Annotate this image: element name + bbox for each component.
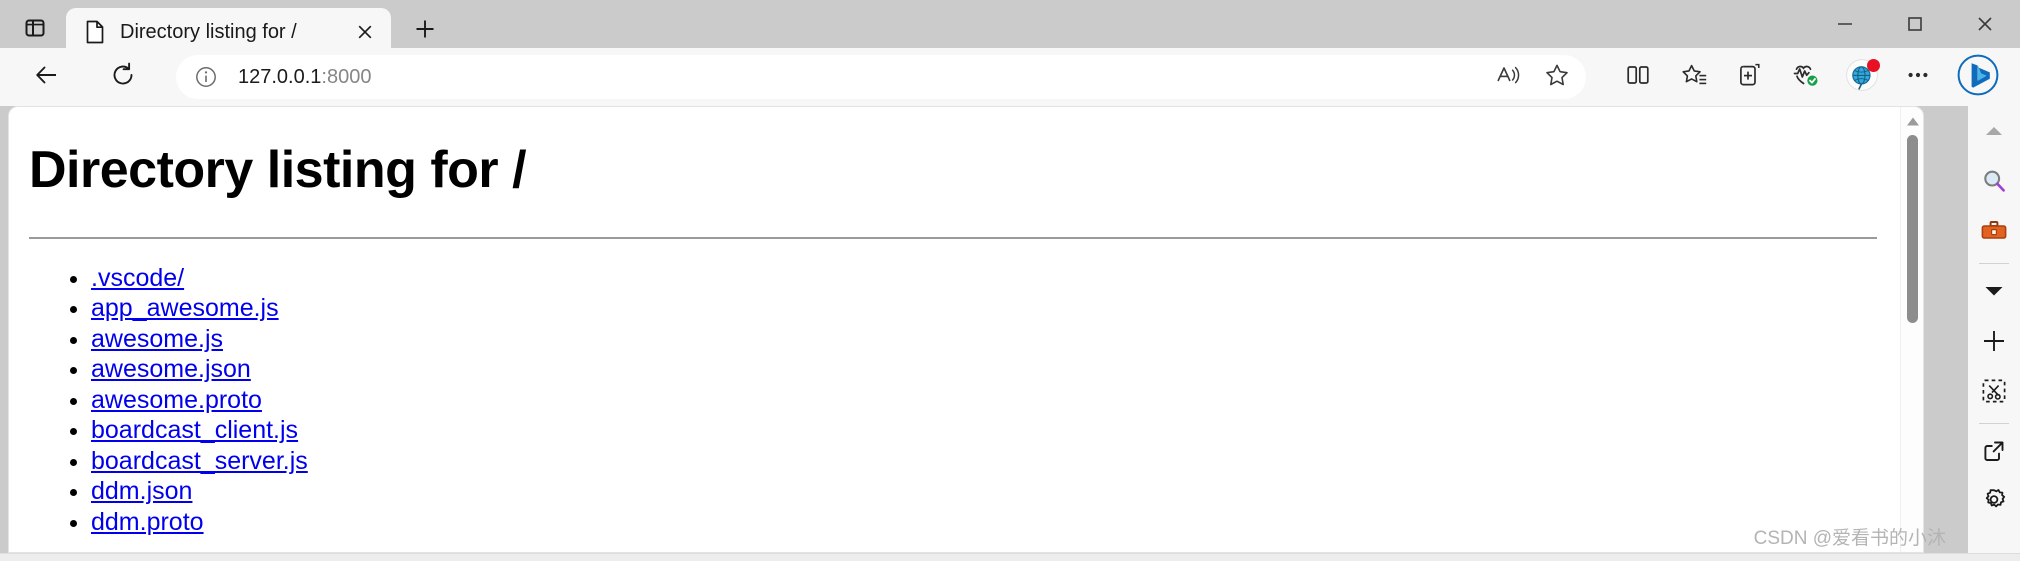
- star-icon: [1544, 62, 1570, 93]
- sidebar-item-open-in-window[interactable]: [1973, 432, 2015, 474]
- sidebar-item-sidebar-settings[interactable]: [1973, 482, 2015, 524]
- reload-button[interactable]: [100, 54, 146, 100]
- chevron-down-icon: [1983, 284, 2005, 303]
- directory-link[interactable]: ddm.json: [91, 477, 192, 505]
- ellipsis-icon: [1905, 62, 1931, 93]
- gear-icon: [1979, 486, 2009, 521]
- list-item: boardcast_server.js: [91, 446, 1879, 477]
- heartbeat-check-icon: [1792, 62, 1820, 93]
- bottom-status-strip: [0, 553, 2020, 561]
- address-bar[interactable]: 127.0.0.1:8000: [176, 55, 1586, 99]
- directory-entry-list: .vscode/ app_awesome.js awesome.js aweso…: [29, 263, 1879, 538]
- new-tab-button[interactable]: [405, 11, 445, 51]
- url-host: 127.0.0.1: [238, 65, 322, 88]
- bing-logo-icon: [1956, 53, 2000, 102]
- close-window-button[interactable]: [1950, 0, 2020, 48]
- scroll-up-button[interactable]: [1901, 111, 1923, 131]
- window-controls: [1810, 0, 2020, 48]
- performance-button[interactable]: [1782, 55, 1830, 99]
- list-item: ddm.json: [91, 476, 1879, 507]
- directory-link[interactable]: ddm.proto: [91, 508, 204, 536]
- list-item: awesome.json: [91, 354, 1879, 385]
- url-text: 127.0.0.1:8000: [238, 66, 1482, 89]
- read-aloud-button[interactable]: [1488, 58, 1530, 96]
- sidebar-divider-2: [1979, 423, 2009, 424]
- directory-listing-page: Directory listing for / .vscode/ app_awe…: [9, 107, 1901, 552]
- page-scrollbar[interactable]: [1900, 107, 1923, 552]
- directory-link[interactable]: .vscode/: [91, 264, 184, 292]
- sidebar-item-collapse-chevron[interactable]: [1973, 112, 2015, 154]
- sidebar-item-screenshot[interactable]: [1973, 372, 2015, 414]
- tab-title: Directory listing for /: [120, 20, 297, 43]
- settings-and-more-button[interactable]: [1894, 55, 1942, 99]
- sidebar-item-add-tool[interactable]: [1973, 322, 2015, 364]
- add-page-icon: [1737, 62, 1763, 93]
- bing-profile-button[interactable]: [1952, 51, 2004, 103]
- sidebar-divider-1: [1979, 263, 2009, 264]
- sidebar-item-expand-chevron[interactable]: [1973, 272, 2015, 314]
- add-favorite-button[interactable]: [1536, 58, 1578, 96]
- back-button[interactable]: [24, 54, 70, 100]
- open-external-icon: [1981, 438, 2007, 469]
- tab-actions-button[interactable]: [14, 9, 56, 51]
- edge-sidebar: [1968, 106, 2020, 561]
- arrow-left-icon: [34, 62, 60, 93]
- scrollbar-thumb[interactable]: [1907, 135, 1918, 323]
- browser-essentials-button[interactable]: [1726, 55, 1774, 99]
- directory-link[interactable]: boardcast_server.js: [91, 447, 308, 475]
- copilot-button[interactable]: [1838, 55, 1886, 99]
- list-item: .vscode/: [91, 263, 1879, 294]
- close-tab-button[interactable]: [349, 16, 381, 48]
- directory-link[interactable]: awesome.js: [91, 325, 223, 353]
- read-aloud-icon: [1496, 63, 1522, 92]
- list-item: app_awesome.js: [91, 293, 1879, 324]
- navigation-toolbar: 127.0.0.1:8000: [0, 48, 2020, 106]
- toolbar-actions: [1606, 51, 2006, 103]
- browser-window: Directory listing for / 127.0.0.1:8000 D…: [0, 0, 2020, 561]
- site-information-icon[interactable]: [188, 59, 224, 95]
- plus-icon: [413, 17, 437, 46]
- directory-link[interactable]: app_awesome.js: [91, 294, 279, 322]
- split-screen-icon: [1625, 62, 1651, 93]
- sidebar-item-tools[interactable]: [1973, 212, 2015, 254]
- sidebar-item-search[interactable]: [1973, 162, 2015, 204]
- toolbox-icon: [1980, 219, 2008, 248]
- horizontal-divider: [29, 236, 1877, 239]
- page-viewport: Directory listing for / .vscode/ app_awe…: [8, 106, 1924, 553]
- list-item: awesome.proto: [91, 385, 1879, 416]
- document-icon: [84, 19, 106, 45]
- url-port: :8000: [321, 65, 372, 88]
- directory-link[interactable]: boardcast_client.js: [91, 416, 298, 444]
- address-bar-actions: [1482, 58, 1578, 96]
- directory-link[interactable]: awesome.proto: [91, 386, 262, 414]
- page-title: Directory listing for /: [29, 141, 527, 199]
- split-screen-button[interactable]: [1614, 55, 1662, 99]
- search-icon: [1980, 167, 2008, 200]
- list-item: ddm.proto: [91, 507, 1879, 538]
- collections-button[interactable]: [1670, 55, 1718, 99]
- chevron-up-icon: [1984, 124, 2004, 143]
- reload-icon: [110, 62, 136, 93]
- collections-icon: [1681, 62, 1708, 93]
- copilot-notification-badge: [1867, 59, 1880, 72]
- tab-actions-icon: [23, 16, 47, 45]
- plus-icon: [1981, 328, 2007, 359]
- list-item: awesome.js: [91, 324, 1879, 355]
- list-item: boardcast_client.js: [91, 415, 1879, 446]
- maximize-button[interactable]: [1880, 0, 1950, 48]
- minimize-button[interactable]: [1810, 0, 1880, 48]
- directory-link[interactable]: awesome.json: [91, 355, 251, 383]
- snip-icon: [1980, 377, 2008, 410]
